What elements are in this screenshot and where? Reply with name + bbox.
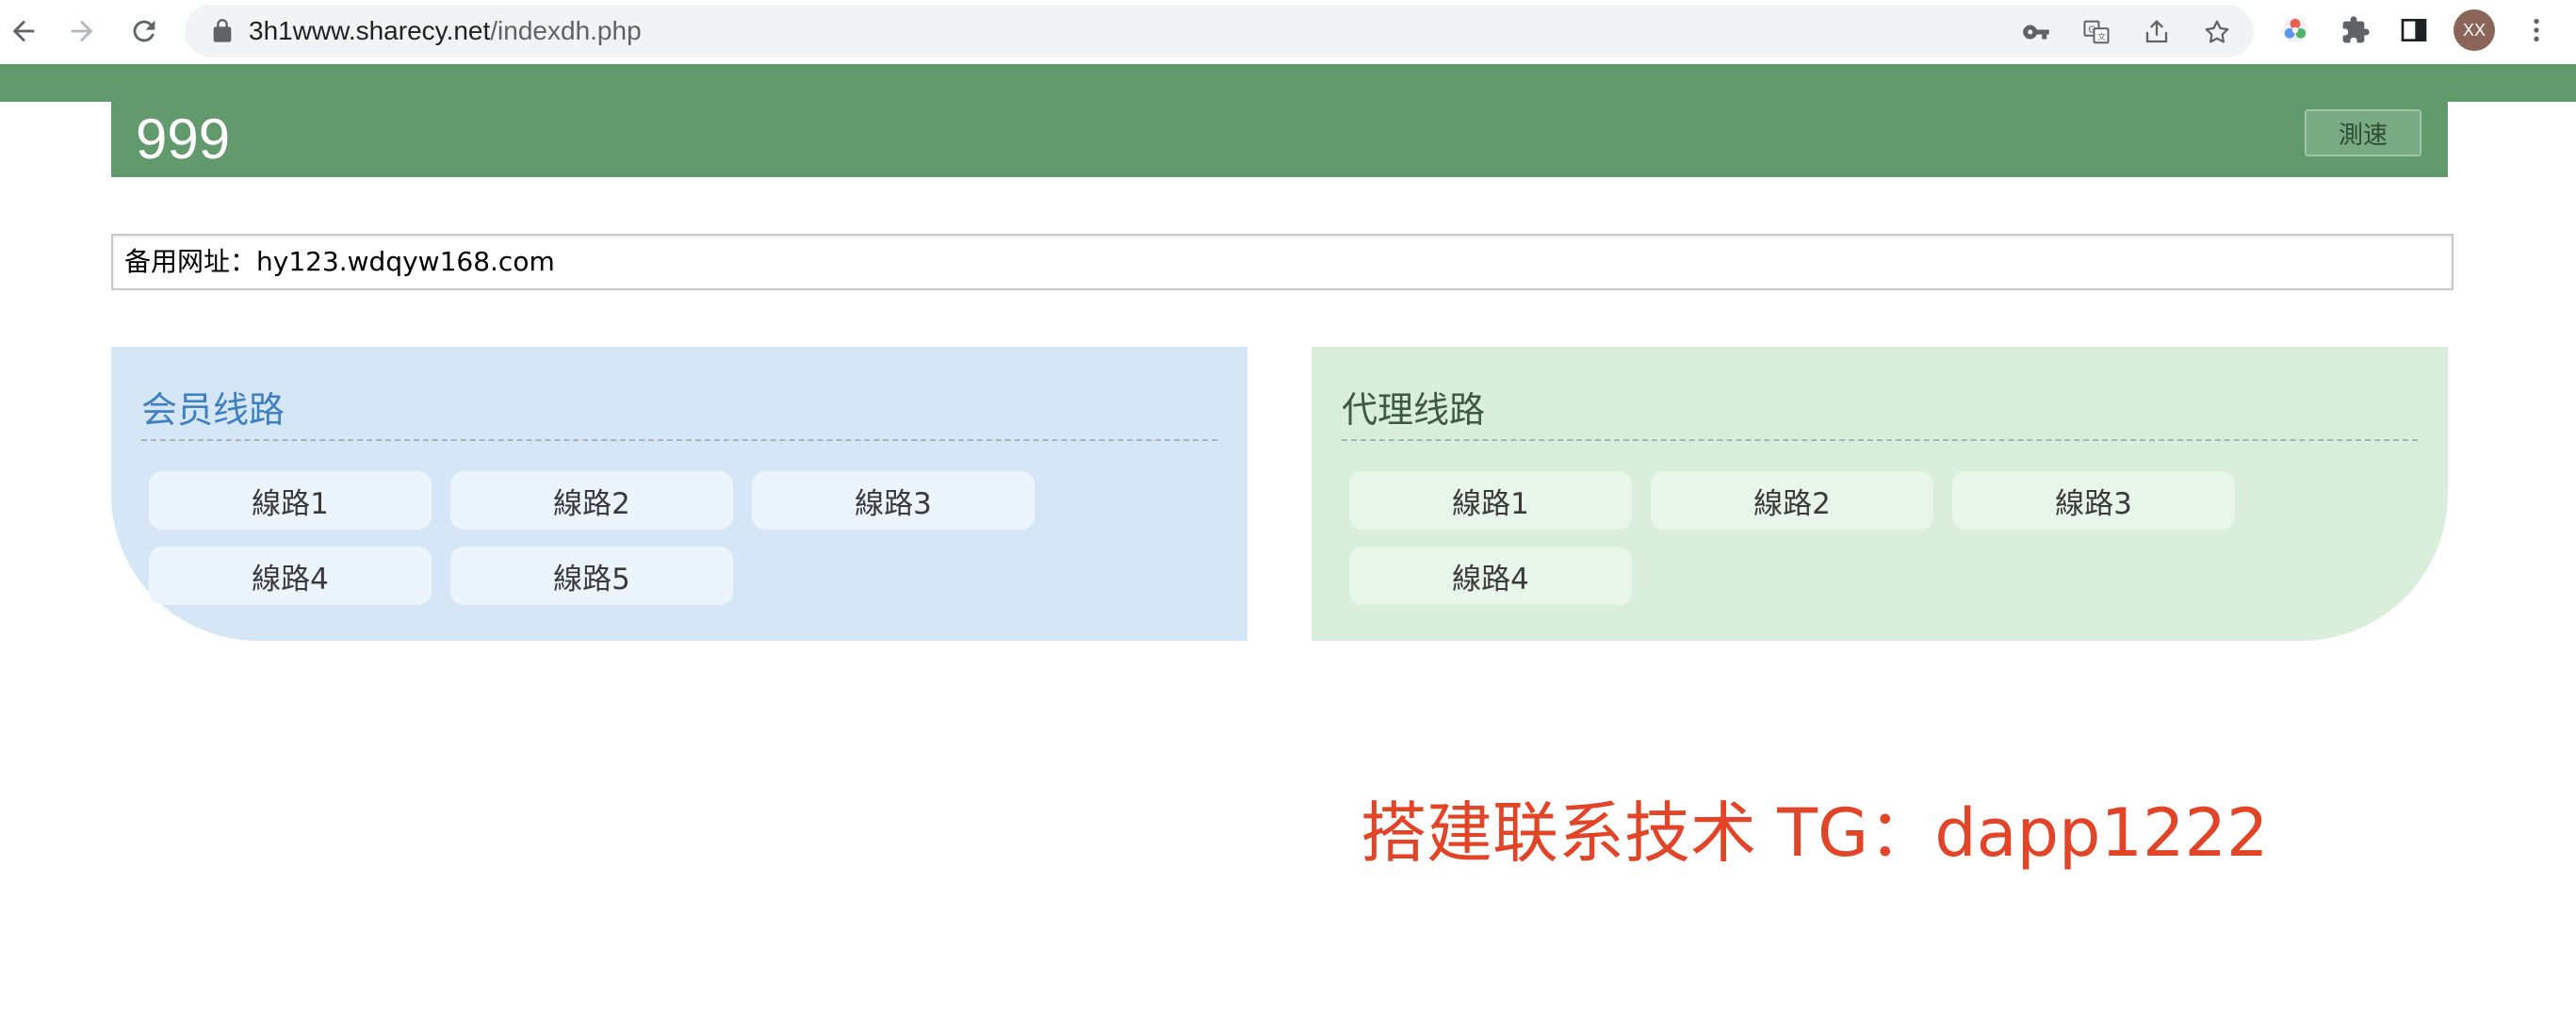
agent-line-2-button[interactable]: 線路2 [1651, 471, 1933, 530]
svg-text:G: G [2088, 25, 2095, 36]
key-icon [2023, 25, 2049, 40]
site-header: 999 測速 [111, 102, 2448, 177]
url-host: 3h1www.sharecy.net [249, 16, 491, 45]
agent-line-4-button[interactable]: 線路4 [1349, 547, 1632, 605]
translate-icon: G文 [2083, 20, 2110, 44]
password-key-button[interactable] [2020, 16, 2052, 48]
forward-icon [71, 20, 93, 42]
member-panel-title: 会员线路 [141, 389, 285, 431]
contact-overlay-text: 搭建联系技术 TG：dapp1222 [1361, 794, 2269, 872]
extensions-button[interactable] [2337, 11, 2374, 49]
share-button[interactable] [2141, 16, 2173, 48]
side-panel-button[interactable] [2395, 11, 2433, 49]
extension-color-icon [2282, 17, 2308, 43]
reload-button[interactable] [122, 9, 166, 53]
top-green-band [0, 64, 2576, 102]
divider [141, 439, 1217, 441]
sidepanel-icon [2401, 19, 2427, 41]
agent-lines-panel: 代理线路 線路1 線路2 線路3 線路4 [1312, 347, 2448, 641]
back-icon [12, 20, 35, 42]
divider [1342, 439, 2418, 441]
address-bar[interactable]: 3h1www.sharecy.net/indexdh.php G文 [185, 5, 2254, 57]
back-button[interactable] [2, 9, 45, 53]
profile-avatar[interactable]: XX [2454, 9, 2495, 51]
site-title: 999 [136, 107, 231, 171]
bookmark-button[interactable] [2201, 16, 2233, 48]
browser-toolbar: 3h1www.sharecy.net/indexdh.php G文 XX [0, 0, 2576, 62]
more-icon [2534, 19, 2539, 41]
url-path: /indexdh.php [490, 16, 642, 45]
forward-button[interactable] [60, 9, 104, 53]
backup-url-field[interactable]: 备用网址：hy123.wdqyw168.com [111, 234, 2454, 290]
reload-icon [133, 20, 155, 42]
url-text[interactable]: 3h1www.sharecy.net/indexdh.php [249, 16, 642, 46]
agent-line-3-button[interactable]: 線路3 [1952, 471, 2235, 530]
agent-panel-title: 代理线路 [1342, 389, 1486, 431]
member-line-5-button[interactable]: 線路5 [450, 547, 733, 605]
member-line-2-button[interactable]: 線路2 [450, 471, 733, 530]
member-line-1-button[interactable]: 線路1 [149, 471, 432, 530]
member-line-3-button[interactable]: 線路3 [752, 471, 1035, 530]
extension-color-button[interactable] [2276, 11, 2314, 49]
puzzle-icon [2342, 16, 2370, 43]
share-icon [2145, 20, 2168, 43]
star-icon [2205, 20, 2229, 43]
menu-button[interactable] [2518, 11, 2555, 49]
lock-icon [213, 19, 232, 42]
svg-text:文: 文 [2097, 31, 2106, 42]
member-line-4-button[interactable]: 線路4 [149, 547, 432, 605]
agent-line-1-button[interactable]: 線路1 [1349, 471, 1632, 530]
speed-test-button[interactable]: 測速 [2305, 109, 2421, 156]
translate-button[interactable]: G文 [2080, 16, 2112, 48]
member-lines-panel: 会员线路 線路1 線路2 線路3 線路4 線路5 [111, 347, 1247, 641]
